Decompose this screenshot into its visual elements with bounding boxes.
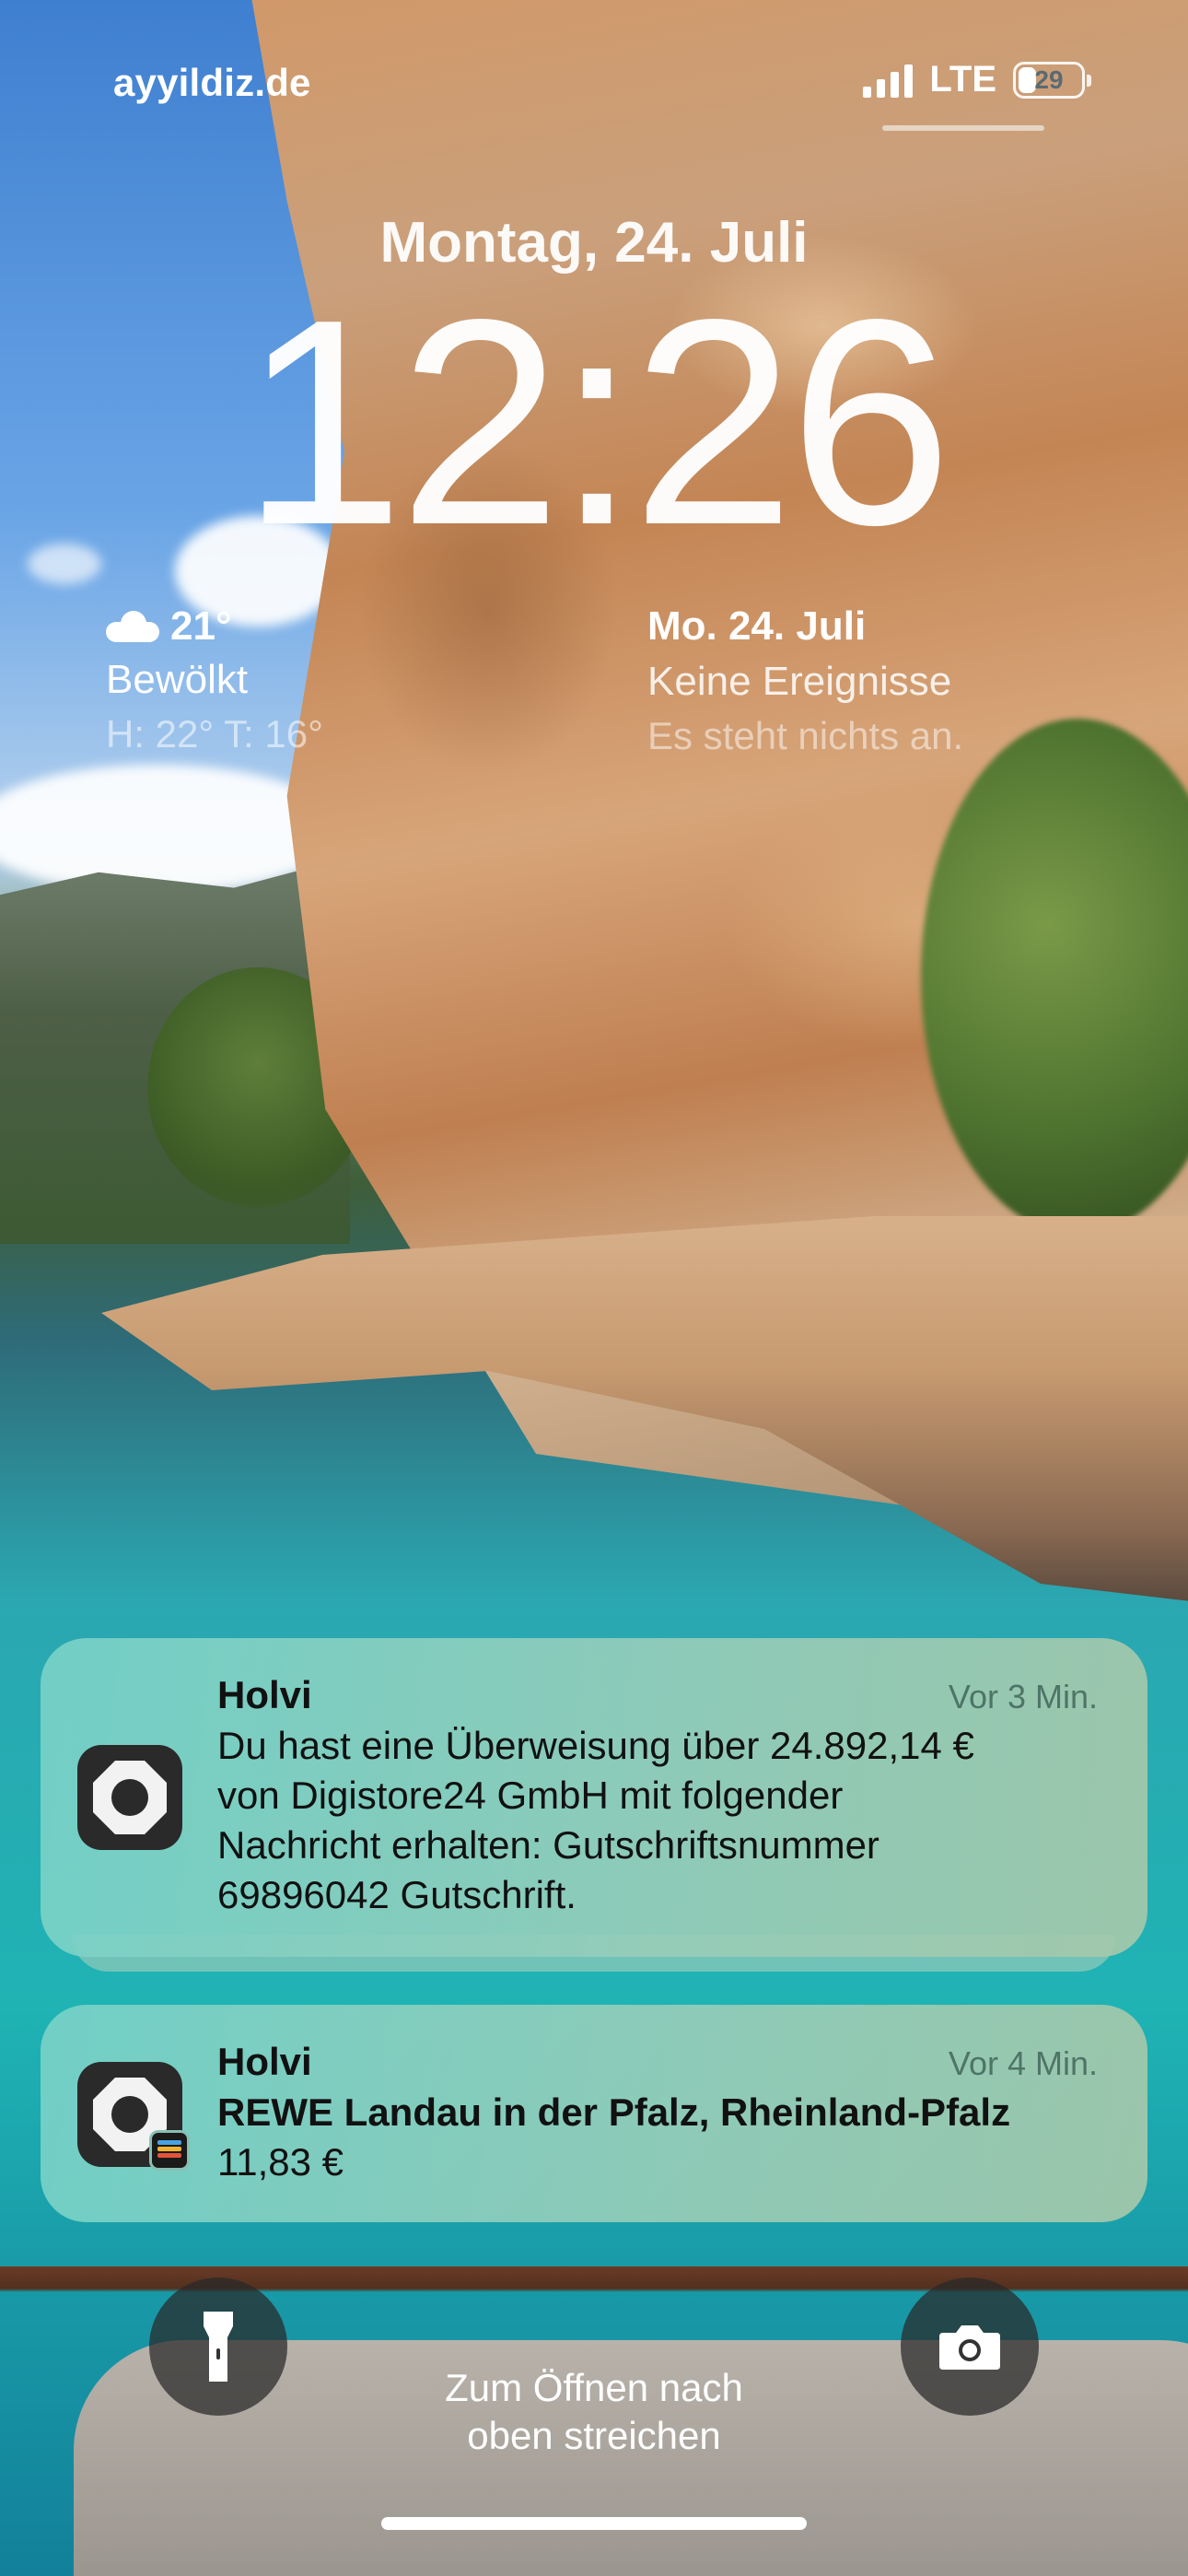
calendar-events: Keine Ereignisse <box>647 659 952 704</box>
notification-time: Vor 4 Min. <box>948 2044 1098 2082</box>
signal-icon <box>863 63 914 98</box>
notification-line: von Digistore24 GmbH mit folgender <box>217 1774 844 1817</box>
calendar-date: Mo. 24. Juli <box>647 603 867 649</box>
weather-temperature: 21° <box>170 603 232 649</box>
lock-time: 12:26 <box>241 259 952 586</box>
notification-time: Vor 3 Min. <box>948 1678 1098 1715</box>
swipe-hint-line: oben streichen <box>467 2414 721 2457</box>
notification-card[interactable]: Holvi Vor 4 Min. REWE Landau in der Pfal… <box>41 2005 1147 2222</box>
weather-condition: Bewölkt <box>106 657 249 702</box>
status-icons: LTE 29 <box>863 59 1091 100</box>
notification-line: 69896042 Gutschrift. <box>217 1873 577 1916</box>
wallet-icon <box>149 2130 190 2171</box>
calendar-widget[interactable]: Mo. 24. Juli Keine Ereignisse Es steht n… <box>647 603 963 758</box>
network-type: LTE <box>929 59 996 100</box>
swipe-up-hint: Zum Öffnen nach oben streichen <box>0 2364 1188 2460</box>
carrier-name: ayyildiz.de <box>113 61 311 104</box>
holvi-app-icon <box>77 1745 182 1850</box>
battery-level: 29 <box>1034 64 1064 94</box>
notification-app-name: Holvi <box>217 2040 312 2083</box>
home-indicator[interactable] <box>381 2517 807 2530</box>
cloud-icon <box>106 611 159 642</box>
weather-high-low: H: 22° T: 16° <box>106 712 323 755</box>
control-center-indicator[interactable] <box>882 125 1044 131</box>
swipe-hint-line: Zum Öffnen nach <box>445 2366 743 2409</box>
notification-amount: 11,83 € <box>217 2140 344 2184</box>
notification-app-name: Holvi <box>217 1673 312 1716</box>
weather-widget[interactable]: 21° Bewölkt H: 22° T: 16° <box>106 603 323 756</box>
notification-title: REWE Landau in der Pfalz, Rheinland-Pfal… <box>217 2090 1011 2134</box>
notification-line: Du hast eine Überweisung über 24.892,14 … <box>217 1724 974 1767</box>
battery-icon: 29 <box>1013 61 1091 99</box>
notification-card[interactable]: Holvi Vor 3 Min. Du hast eine Überweisun… <box>41 1638 1147 1957</box>
notification-line: Nachricht erhalten: Gutschriftsnummer <box>217 1823 879 1867</box>
calendar-subtitle: Es steht nichts an. <box>647 714 964 757</box>
